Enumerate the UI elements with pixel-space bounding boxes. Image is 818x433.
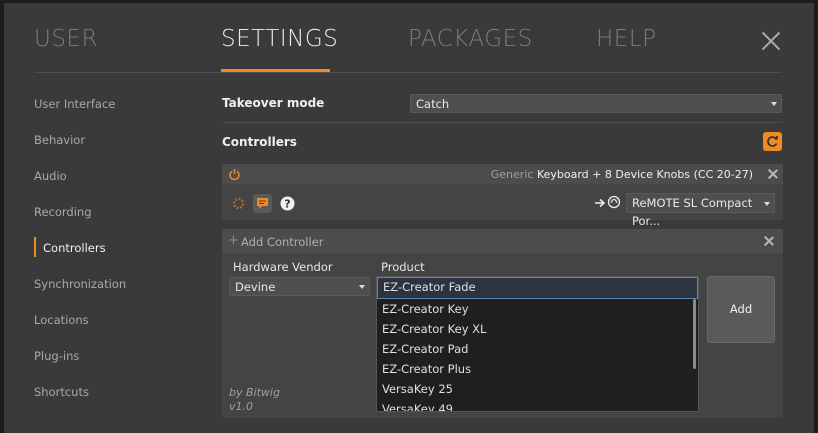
add-button[interactable]: Add (707, 276, 775, 343)
notifications-button[interactable] (253, 194, 272, 213)
hardware-vendor-value: Devine (235, 280, 276, 294)
close-add-controller-icon[interactable] (764, 236, 774, 246)
author-label: by Bitwig (229, 386, 280, 399)
list-item[interactable]: EZ-Creator Plus (377, 359, 698, 379)
header-divider (34, 72, 782, 73)
plus-icon: + (228, 233, 239, 248)
add-controller-title: Add Controller (241, 235, 324, 249)
tab-packages[interactable]: PACKAGES (408, 26, 533, 52)
chevron-down-icon (771, 102, 777, 106)
product-header: Product (381, 260, 425, 274)
chevron-down-icon (764, 202, 770, 206)
takeover-mode-value: Catch (416, 97, 450, 111)
controller-panel: Generic Keyboard + 8 Device Knobs (CC 20… (222, 164, 783, 228)
list-item[interactable]: EZ-Creator Fade (377, 277, 698, 299)
svg-text:?: ? (284, 198, 290, 211)
list-item[interactable]: VersaKey 49 (377, 399, 698, 411)
gear-icon (232, 197, 245, 210)
close-icon[interactable] (760, 30, 782, 52)
tab-help[interactable]: HELP (596, 26, 657, 52)
sidebar-item-locations[interactable]: Locations (34, 313, 89, 327)
midi-port-select[interactable]: ReMOTE SL Compact Por... (626, 193, 775, 228)
chevron-down-icon (359, 285, 365, 289)
power-icon[interactable] (228, 168, 241, 181)
sidebar-item-synchronization[interactable]: Synchronization (34, 277, 126, 291)
product-list[interactable]: EZ-Creator Fade EZ-Creator Key EZ-Creato… (376, 276, 699, 412)
list-item[interactable]: EZ-Creator Key XL (377, 319, 698, 339)
takeover-mode-label: Takeover mode (222, 96, 325, 110)
sidebar-item-controllers[interactable]: Controllers (43, 241, 106, 255)
controller-vendor: Generic (490, 168, 534, 181)
takeover-mode-select[interactable]: Catch (410, 94, 782, 113)
sidebar-active-indicator (34, 237, 36, 257)
sidebar-item-recording[interactable]: Recording (34, 205, 92, 219)
tab-user[interactable]: USER (34, 26, 98, 52)
list-item[interactable]: VersaKey 25 (377, 379, 698, 399)
list-item[interactable]: EZ-Creator Key (377, 299, 698, 319)
sidebar-item-user-interface[interactable]: User Interface (34, 97, 115, 111)
sidebar-item-behavior[interactable]: Behavior (34, 133, 85, 147)
speech-bubble-icon (257, 198, 268, 209)
tab-settings[interactable]: SETTINGS (221, 26, 338, 52)
midi-port-icon (607, 195, 621, 209)
settings-button[interactable] (229, 194, 248, 213)
remove-controller-icon[interactable] (768, 169, 778, 179)
controller-name: Keyboard + 8 Device Knobs (CC 20-27) (536, 168, 753, 181)
product-list-scrollbar[interactable] (693, 299, 696, 369)
controller-title: Generic Keyboard + 8 Device Knobs (CC 20… (491, 168, 753, 181)
list-item[interactable]: EZ-Creator Pad (377, 339, 698, 359)
section-divider (222, 122, 782, 123)
sidebar-item-audio[interactable]: Audio (34, 169, 67, 183)
sidebar-item-shortcuts[interactable]: Shortcuts (34, 385, 89, 399)
refresh-controllers-button[interactable] (763, 132, 782, 151)
refresh-icon (767, 136, 778, 147)
help-icon[interactable]: ? (280, 196, 295, 211)
arrow-right-icon (595, 198, 606, 208)
sidebar-item-plug-ins[interactable]: Plug-ins (34, 349, 79, 363)
version-label: v1.0 (229, 400, 254, 413)
controllers-label: Controllers (222, 135, 297, 149)
hardware-vendor-select[interactable]: Devine (229, 277, 370, 296)
hardware-vendor-header: Hardware Vendor (233, 260, 333, 274)
